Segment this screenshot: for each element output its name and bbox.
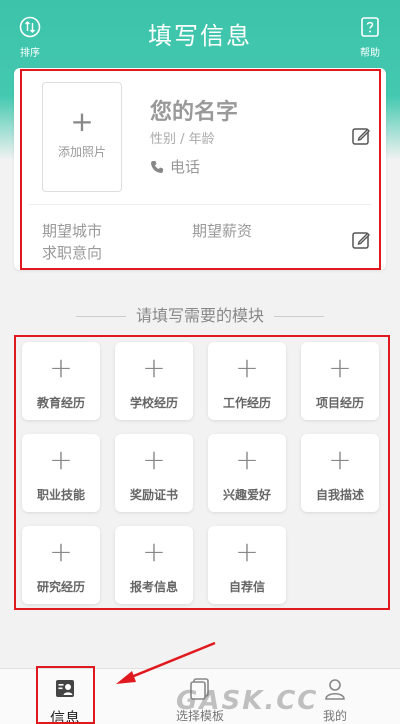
module-label: 报考信息 <box>129 580 178 594</box>
plus-icon: + <box>142 535 166 568</box>
module-label: 兴趣爱好 <box>222 488 271 502</box>
job-intention-field[interactable]: 求职意向 <box>42 242 102 263</box>
add-photo-button[interactable]: + 添加照片 <box>42 82 122 192</box>
module-work[interactable]: + 工作经历 <box>208 342 286 420</box>
divider-line-right <box>274 316 324 317</box>
plus-icon: + <box>328 443 352 476</box>
pointer-arrow-icon <box>116 641 216 684</box>
profile-card: + 添加照片 您的名字 性别 / 年龄 电话 期望城市 期望薪资 求职意向 <box>14 68 386 270</box>
watermark: GASK.CC <box>176 686 319 716</box>
tab-info-label: 信息 <box>49 709 80 724</box>
plus-icon: + <box>49 443 73 476</box>
help-icon <box>361 17 379 37</box>
user-icon <box>325 679 345 700</box>
module-self-description[interactable]: + 自我描述 <box>301 434 379 512</box>
plus-icon: + <box>235 443 259 476</box>
card-divider <box>28 204 372 205</box>
module-label: 奖励证书 <box>129 488 178 502</box>
module-school[interactable]: + 学校经历 <box>115 342 193 420</box>
help-label: 帮助 <box>360 48 380 59</box>
add-photo-label: 添加照片 <box>57 145 106 159</box>
expected-city-field[interactable]: 期望城市 <box>42 220 102 241</box>
phone-label: 电话 <box>170 158 201 176</box>
module-skills[interactable]: + 职业技能 <box>22 434 100 512</box>
phone-field[interactable]: 电话 <box>150 156 200 177</box>
plus-icon: + <box>235 351 259 384</box>
edit-basic-info-icon[interactable] <box>351 126 371 146</box>
module-education[interactable]: + 教育经历 <box>22 342 100 420</box>
module-grid: + 教育经历 + 学校经历 + 工作经历 + 项目经历 + 职业技能 + 奖励证书 + 兴趣爱… <box>22 342 380 604</box>
module-cover-letter[interactable]: + 自荐信 <box>208 526 286 604</box>
help-button[interactable]: 帮助 <box>350 16 390 59</box>
plus-icon: + <box>70 105 94 138</box>
resume-icon <box>56 680 74 697</box>
module-label: 教育经历 <box>36 396 85 410</box>
module-label: 工作经历 <box>222 396 271 410</box>
plus-icon: + <box>235 535 259 568</box>
name-field[interactable]: 您的名字 <box>150 94 238 126</box>
module-project[interactable]: + 项目经历 <box>301 342 379 420</box>
gender-age-field[interactable]: 性别 / 年龄 <box>150 128 215 147</box>
phone-icon <box>151 161 163 173</box>
page-title: 填写信息 <box>148 22 252 50</box>
section-title-text: 请填写需要的模块 <box>135 306 264 325</box>
module-label: 学校经历 <box>129 396 178 410</box>
edit-intention-icon[interactable] <box>351 230 371 250</box>
section-title: 请填写需要的模块 <box>0 302 400 326</box>
plus-icon: + <box>328 351 352 384</box>
module-label: 自荐信 <box>228 580 265 594</box>
module-exam-info[interactable]: + 报考信息 <box>115 526 193 604</box>
module-hobbies[interactable]: + 兴趣爱好 <box>208 434 286 512</box>
plus-icon: + <box>49 535 73 568</box>
plus-icon: + <box>49 351 73 384</box>
module-label: 职业技能 <box>36 488 85 502</box>
expected-salary-field[interactable]: 期望薪资 <box>192 220 252 241</box>
module-label: 项目经历 <box>315 396 364 410</box>
module-label: 自我描述 <box>315 488 364 502</box>
module-research[interactable]: + 研究经历 <box>22 526 100 604</box>
tab-info[interactable]: 信息 <box>30 677 100 724</box>
plus-icon: + <box>142 351 166 384</box>
divider-line-left <box>75 316 126 317</box>
top-bar: 排序 填写信息 帮助 <box>0 0 400 62</box>
module-awards[interactable]: + 奖励证书 <box>115 434 193 512</box>
module-label: 研究经历 <box>36 580 85 594</box>
plus-icon: + <box>142 443 166 476</box>
